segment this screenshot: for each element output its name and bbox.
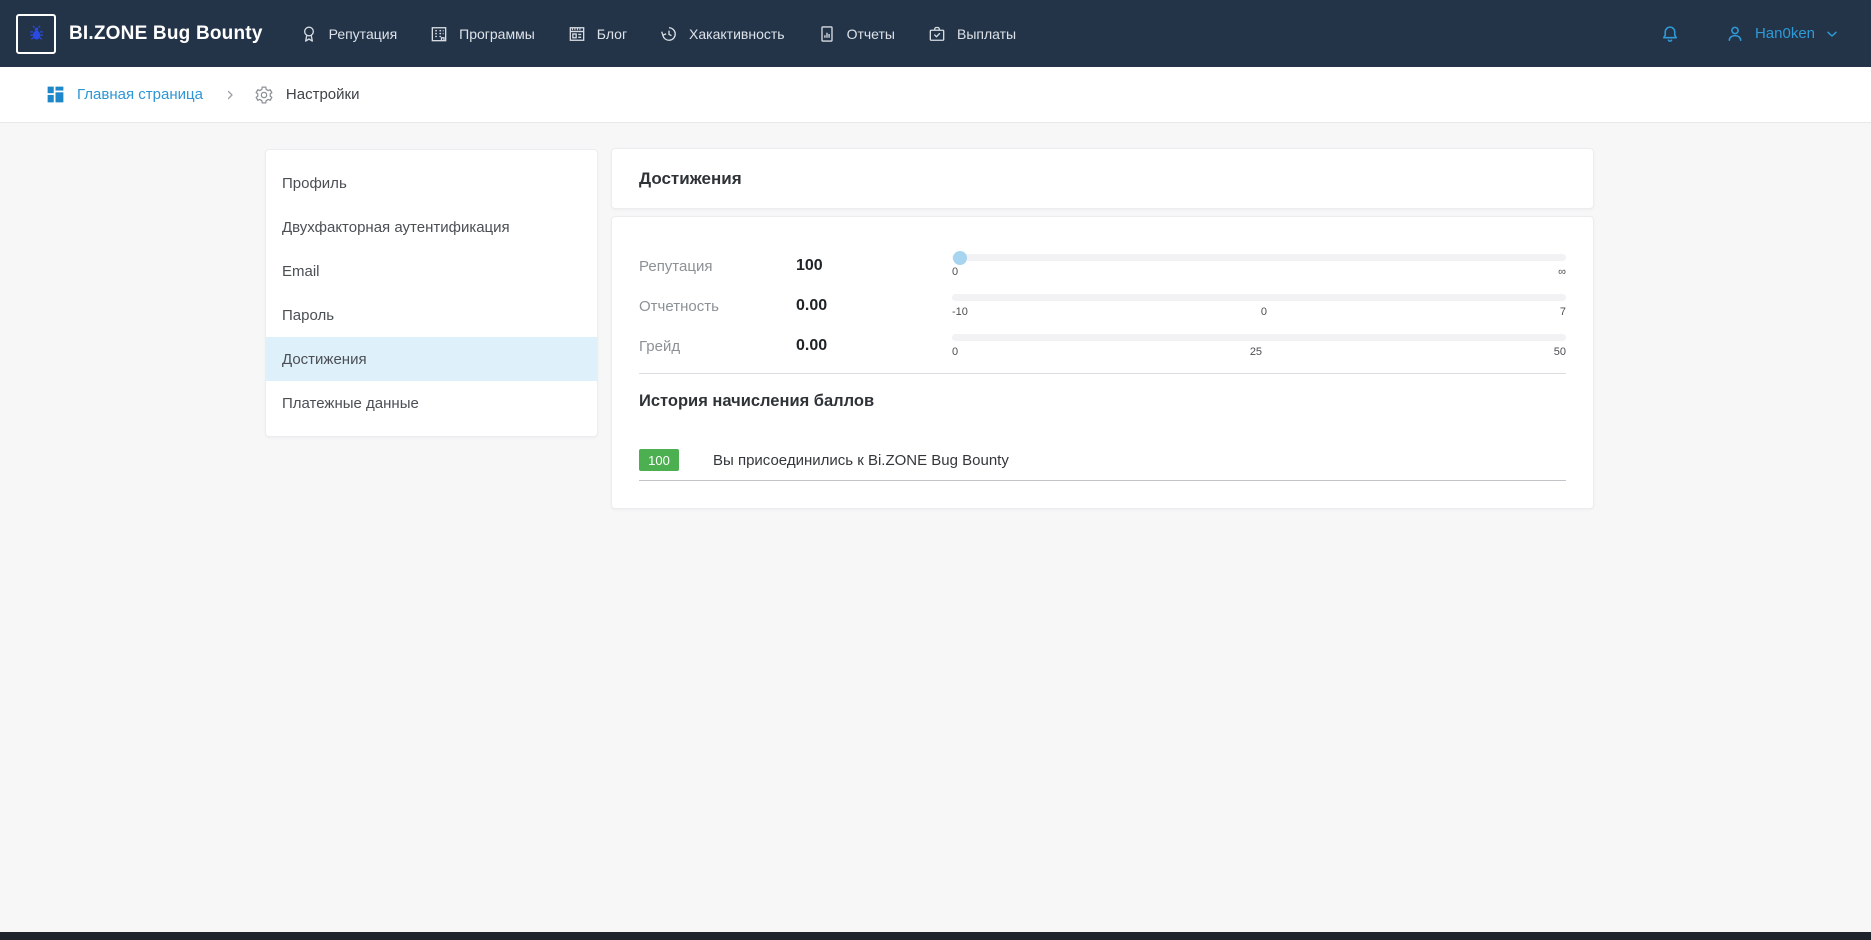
newspaper-icon [567,24,587,44]
reporting-slider: -10 0 7 [952,294,1566,318]
page-title: Достижения [639,169,742,189]
sidebar-item-label: Профиль [282,175,347,192]
sidebar-item-label: Двухфакторная аутентификация [282,219,510,236]
medal-icon [299,24,319,44]
nav-item-label: Отчеты [847,26,895,42]
slider-max-label: 50 [1554,347,1566,358]
achievements-body-card: Репутация 100 0 ∞ Отчетность 0.00 [611,216,1594,509]
achievements-header-card: Достижения [611,148,1594,209]
metric-label: Отчетность [639,298,796,315]
sidebar-item-label: Email [282,263,320,280]
metric-row-reporting: Отчетность 0.00 -10 0 7 [639,286,1566,326]
sidebar-item-payment-data[interactable]: Платежные данные [266,381,597,425]
achievements-panel: Достижения Репутация 100 0 ∞ [611,148,1594,509]
report-icon [817,24,837,44]
history-entry-text: Вы присоединились к Bi.ZONE Bug Bounty [713,452,1009,469]
username: Han0ken [1755,25,1815,42]
slider-min-label: 0 [952,267,958,278]
nav-item-programs[interactable]: Программы [429,24,535,44]
slider-max-label: ∞ [1558,267,1566,278]
sidebar-item-email[interactable]: Email [266,249,597,293]
sidebar-item-label: Пароль [282,307,334,324]
metric-value: 0.00 [796,297,952,315]
slider-mid-label: 25 [1250,347,1262,358]
settings-page: Профиль Двухфакторная аутентификация Ema… [0,124,1871,932]
nav-item-label: Программы [459,26,535,42]
slider-track[interactable] [952,334,1566,341]
nav-item-blog[interactable]: Блог [567,24,627,44]
brand-logo[interactable]: BI.ZONE Bug Bounty [16,14,263,54]
slider-scale: 0 ∞ [952,267,1566,278]
grade-slider: 0 25 50 [952,334,1566,358]
sidebar-item-label: Достижения [282,351,367,368]
chevron-right-icon [224,89,236,101]
slider-track[interactable] [952,254,1566,261]
nav-item-hacktivity[interactable]: Хакактивность [659,24,785,44]
history-section-title: История начисления баллов [639,392,1566,411]
nav-item-reputation[interactable]: Репутация [299,24,398,44]
nav-item-label: Выплаты [957,26,1016,42]
bizone-logo-icon [16,14,56,54]
slider-scale: -10 0 7 [952,307,1566,318]
nav-item-reports[interactable]: Отчеты [817,24,895,44]
points-badge: 100 [639,449,679,471]
sidebar-item-label: Платежные данные [282,395,419,412]
slider-mid-label: 0 [1261,307,1267,318]
slider-scale: 0 25 50 [952,347,1566,358]
history-entry: 100 Вы присоединились к Bi.ZONE Bug Boun… [639,449,1566,481]
user-menu[interactable]: Han0ken [1724,23,1840,45]
brand-title: BI.ZONE Bug Bounty [69,23,263,45]
top-navbar: BI.ZONE Bug Bounty Репутация Программы [0,0,1871,67]
breadcrumb: Главная страница Настройки [0,67,1871,123]
navbar-right: Han0ken [1659,23,1840,45]
settings-sidebar: Профиль Двухфакторная аутентификация Ema… [265,149,598,437]
history-icon [659,24,679,44]
notifications-bell-icon[interactable] [1659,23,1681,45]
breadcrumb-home-link[interactable]: Главная страница [45,84,203,105]
sidebar-item-achievements[interactable]: Достижения [266,337,597,381]
nav-item-label: Хакактивность [689,26,785,42]
slider-handle[interactable] [953,251,967,265]
breadcrumb-current: Настройки [254,85,360,105]
reputation-slider: 0 ∞ [952,254,1566,278]
sidebar-item-2fa[interactable]: Двухфакторная аутентификация [266,205,597,249]
main-navigation: Репутация Программы [299,24,1017,44]
slider-max-label: 7 [1560,307,1566,318]
metric-row-reputation: Репутация 100 0 ∞ [639,246,1566,286]
metric-value: 0.00 [796,337,952,355]
slider-min-label: -10 [952,307,968,318]
metric-label: Репутация [639,258,796,275]
taskbar-edge [0,932,1871,940]
breadcrumb-home-label: Главная страница [77,86,203,103]
metric-row-grade: Грейд 0.00 0 25 50 [639,326,1566,366]
section-divider [639,373,1566,374]
user-icon [1724,23,1746,45]
metric-value: 100 [796,257,952,275]
slider-min-label: 0 [952,347,958,358]
sidebar-item-profile[interactable]: Профиль [266,161,597,205]
breadcrumb-current-label: Настройки [286,86,360,103]
nav-item-label: Репутация [329,26,398,42]
payout-icon [927,24,947,44]
building-icon [429,24,449,44]
dashboard-icon [45,84,66,105]
metric-label: Грейд [639,338,796,355]
nav-item-label: Блог [597,26,627,42]
chevron-down-icon [1824,26,1840,42]
gear-icon [254,85,274,105]
slider-track[interactable] [952,294,1566,301]
sidebar-item-password[interactable]: Пароль [266,293,597,337]
nav-item-payouts[interactable]: Выплаты [927,24,1016,44]
